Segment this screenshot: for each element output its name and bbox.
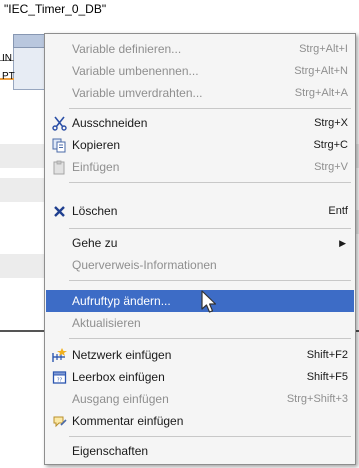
menu-item-loeschen[interactable]: Löschen Entf — [46, 200, 354, 222]
network-rung-line — [0, 330, 44, 332]
chevron-right-icon: ▶ — [339, 238, 346, 248]
menu-item-label: Netzwerk einfügen — [72, 348, 172, 362]
menu-item-label: Querverweis-Informationen — [72, 258, 217, 272]
instance-db-name: "IEC_Timer_0_DB" — [4, 2, 107, 16]
menu-item-variable-definieren[interactable]: Variable definieren... Strg+Alt+I — [46, 38, 354, 60]
menu-item-shortcut: Strg+X — [314, 117, 348, 129]
menu-item-netzwerk-einfuegen[interactable]: Netzwerk einfügen Shift+F2 — [46, 344, 354, 366]
menu-separator — [69, 182, 351, 183]
menu-item-einfuegen[interactable]: Einfügen Strg+V — [46, 156, 354, 178]
menu-item-shortcut: Shift+F2 — [306, 349, 348, 361]
paste-icon — [53, 160, 65, 175]
menu-item-shortcut: Strg+Alt+A — [294, 87, 348, 99]
menu-item-label: Ausgang einfügen — [72, 392, 169, 406]
menu-item-label: Variable umverdrahten... — [72, 86, 203, 100]
menu-item-label: Löschen — [72, 204, 118, 218]
delete-icon — [54, 206, 65, 217]
menu-item-label: Kommentar einfügen — [72, 414, 184, 428]
menu-item-gehe-zu[interactable]: Gehe zu ▶ — [46, 232, 354, 254]
menu-item-shortcut: Strg+Alt+N — [294, 65, 348, 77]
mouse-pointer-icon — [201, 290, 217, 313]
context-menu: Variable definieren... Strg+Alt+I Variab… — [44, 33, 356, 465]
menu-separator — [69, 436, 351, 437]
insert-network-icon — [52, 348, 67, 362]
menu-item-variable-umbenennen[interactable]: Variable umbenennen... Strg+Alt+N — [46, 60, 354, 82]
menu-item-label: Aktualisieren — [72, 316, 141, 330]
menu-item-label: Leerbox einfügen — [72, 370, 165, 384]
menu-separator — [69, 280, 351, 281]
menu-separator — [69, 338, 351, 339]
svg-text:??: ?? — [57, 378, 63, 384]
menu-item-leerbox-einfuegen[interactable]: ?? Leerbox einfügen Shift+F5 — [46, 366, 354, 388]
scissors-icon — [52, 116, 67, 131]
menu-item-label: Ausschneiden — [72, 116, 148, 130]
menu-item-kopieren[interactable]: Kopieren Strg+C — [46, 134, 354, 156]
empty-box-icon: ?? — [52, 371, 67, 384]
menu-item-shortcut: Strg+V — [314, 161, 348, 173]
menu-item-shortcut: Shift+F5 — [306, 371, 348, 383]
pin-in-label: IN — [2, 53, 12, 64]
ladder-editor-canvas: "IEC_Timer_0_DB" IN PT Variable definier… — [0, 0, 359, 468]
editor-row — [0, 178, 44, 202]
copy-icon — [52, 138, 66, 153]
menu-item-label: Variable definieren... — [72, 42, 182, 56]
menu-item-shortcut: Strg+Alt+I — [299, 43, 348, 55]
menu-item-label: Eigenschaften — [72, 444, 149, 458]
menu-item-shortcut: Strg+Shift+3 — [286, 393, 348, 405]
menu-item-shortcut: Entf — [328, 205, 348, 217]
menu-item-label: Kopieren — [72, 138, 121, 152]
menu-separator — [69, 108, 351, 109]
pin-pt-label: PT — [2, 71, 15, 82]
menu-item-label: Aufruftyp ändern... — [72, 294, 171, 308]
menu-item-ausschneiden[interactable]: Ausschneiden Strg+X — [46, 112, 354, 134]
menu-item-variable-umverdrahten[interactable]: Variable umverdrahten... Strg+Alt+A — [46, 82, 354, 104]
comment-icon — [53, 416, 67, 428]
editor-row — [0, 254, 44, 278]
editor-row — [0, 144, 44, 168]
menu-item-label: Variable umbenennen... — [72, 64, 199, 78]
menu-item-ausgang-einfuegen[interactable]: Ausgang einfügen Strg+Shift+3 — [46, 388, 354, 410]
menu-item-querverweis-informationen[interactable]: Querverweis-Informationen — [46, 254, 354, 276]
menu-separator — [69, 228, 351, 229]
menu-item-kommentar-einfuegen[interactable]: Kommentar einfügen — [46, 410, 354, 432]
menu-item-eigenschaften[interactable]: Eigenschaften — [46, 440, 354, 462]
menu-item-shortcut: Strg+C — [313, 139, 348, 151]
menu-item-label: Einfügen — [72, 160, 120, 174]
menu-item-label: Gehe zu — [72, 236, 118, 250]
